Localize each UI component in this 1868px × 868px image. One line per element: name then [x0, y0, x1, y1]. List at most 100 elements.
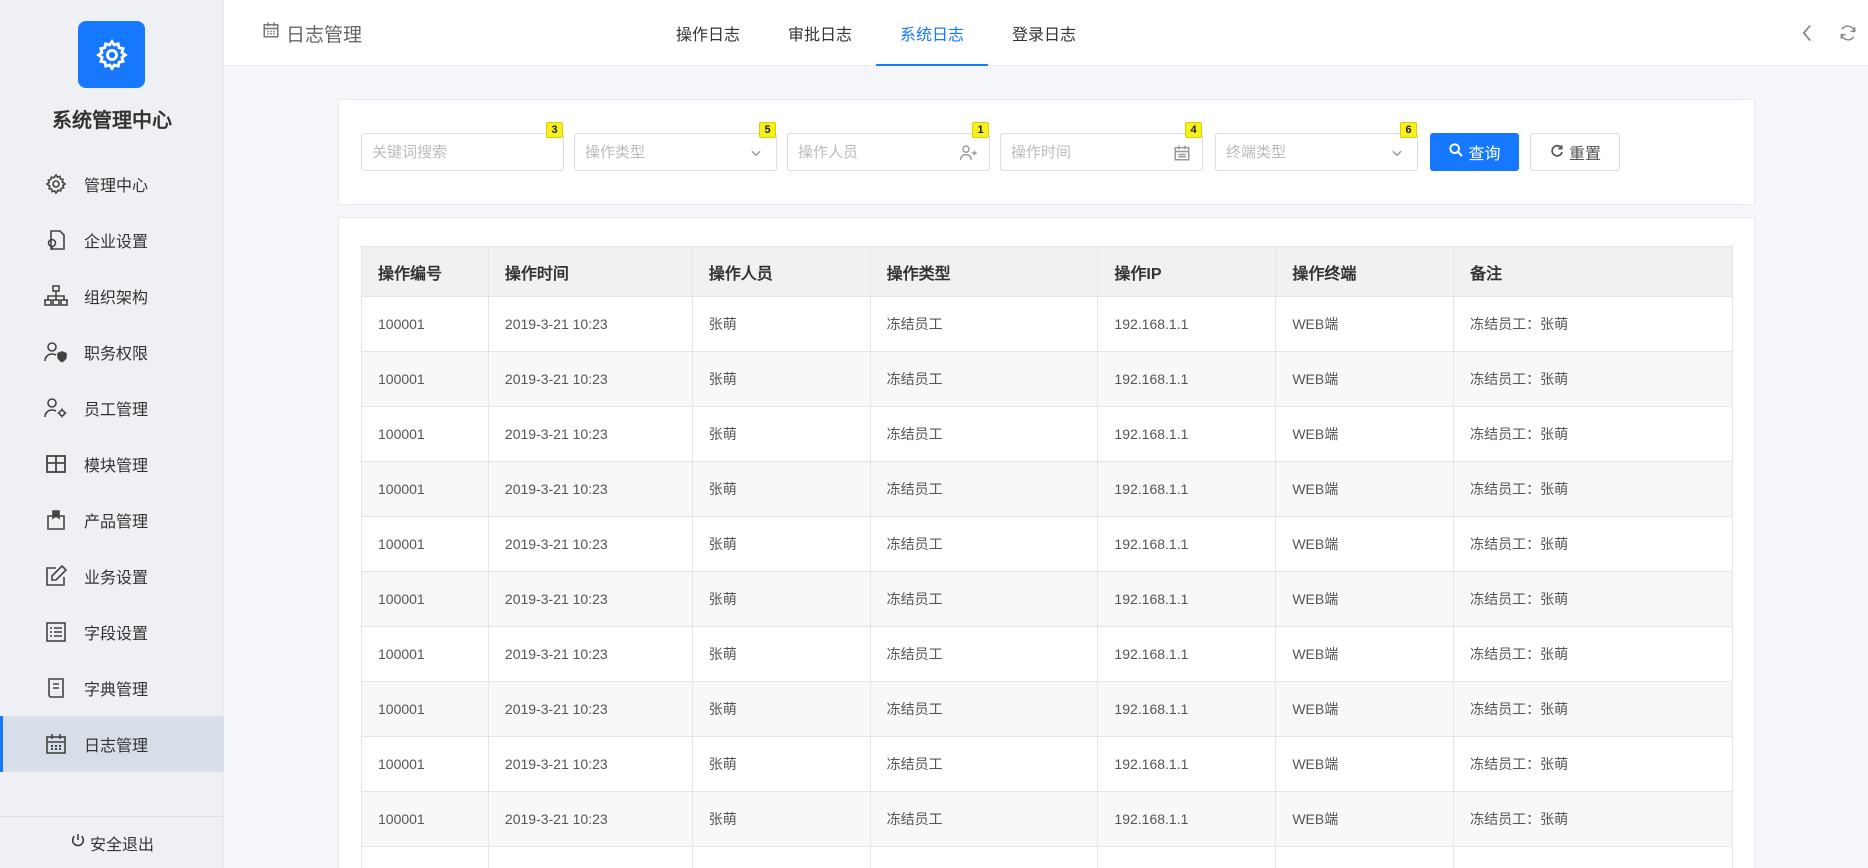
search-button[interactable]: 查询: [1430, 133, 1519, 171]
edit-icon: [42, 562, 70, 590]
reset-button-label: 重置: [1568, 146, 1601, 163]
filter-panel: 3 5 1 4 6 查询 重置: [338, 99, 1755, 205]
log-table: 操作编号 操作时间 操作人员 操作类型 操作IP 操作终端 备注 100001 2…: [361, 246, 1733, 868]
table-cell: 冻结员工: [869, 791, 1099, 847]
sidebar-item-label: 员工管理: [84, 402, 149, 419]
calendar-icon: [262, 21, 280, 45]
reset-button[interactable]: 重置: [1530, 133, 1620, 171]
sidebar-item-field-settings[interactable]: 字段设置: [0, 604, 224, 660]
table-cell: 2019-3-21 10:23: [487, 296, 693, 352]
add-user-icon[interactable]: [959, 143, 979, 163]
table-cell: 冻结员工: [869, 626, 1099, 682]
table-cell: 100001: [361, 791, 489, 847]
operation-time-input[interactable]: [1011, 143, 1192, 161]
table-row[interactable]: 100001 2019-3-21 10:23 张萌 冻结员工 192.168.1.1 WE…: [361, 296, 1733, 352]
log-tabs: 操作日志 审批日志 系统日志 登录日志: [652, 0, 1100, 66]
table-cell: 冻结员工：张萌: [1453, 406, 1733, 462]
table-header-row: 操作编号 操作时间 操作人员 操作类型 操作IP 操作终端 备注: [361, 246, 1733, 297]
table-cell: WEB端: [1275, 406, 1455, 462]
table-cell: 100001: [361, 571, 489, 627]
column-header: 备注: [1453, 246, 1733, 297]
sidebar-item-employee-management[interactable]: 员工管理: [0, 380, 224, 436]
table-cell: 192.168.1.1: [1097, 791, 1277, 847]
chevron-left-icon[interactable]: [1798, 20, 1816, 49]
sidebar-item-label: 模块管理: [84, 458, 149, 475]
gear-icon: [42, 170, 70, 198]
table-cell: WEB端: [1275, 461, 1455, 517]
table-cell: 192.168.1.1: [1097, 681, 1277, 737]
table-cell: 冻结员工：张萌: [1453, 736, 1733, 792]
table-cell: [1275, 846, 1455, 868]
column-header: 操作人员: [691, 246, 871, 297]
sidebar-item-log-management[interactable]: 日志管理: [0, 716, 224, 772]
top-bar: 日志管理 操作日志 审批日志 系统日志 登录日志: [224, 0, 1868, 66]
chevron-down-icon: [746, 143, 766, 163]
calendar-icon: [42, 730, 70, 758]
table-cell: 冻结员工: [869, 516, 1099, 572]
terminal-type-input[interactable]: [1226, 143, 1407, 161]
table-cell: 100001: [361, 626, 489, 682]
terminal-type-select[interactable]: 6: [1215, 122, 1418, 171]
sidebar-item-label: 字典管理: [84, 682, 149, 699]
sidebar-item-dictionary-management[interactable]: 字典管理: [0, 660, 224, 716]
table-cell: 冻结员工：张萌: [1453, 626, 1733, 682]
table-row[interactable]: 100001 2019-3-21 10:23 张萌 冻结员工 192.168.1.1 WE…: [361, 736, 1733, 792]
operation-type-input[interactable]: [585, 143, 766, 161]
hint-badge: 1: [972, 122, 989, 138]
table-cell: 192.168.1.1: [1097, 736, 1277, 792]
sidebar-item-label: 业务设置: [84, 570, 149, 587]
keyword-search-field: 3: [361, 122, 564, 171]
chevron-down-icon: [1387, 143, 1407, 163]
table-cell: 冻结员工：张萌: [1453, 296, 1733, 352]
app-title: 系统管理中心: [52, 110, 172, 132]
sidebar-item-business-settings[interactable]: 业务设置: [0, 548, 224, 604]
sidebar-item-org-structure[interactable]: 组织架构: [0, 268, 224, 324]
table-row[interactable]: 100001 2019-3-21 10:23 张萌 冻结员工 192.168.1.1 WE…: [361, 791, 1733, 847]
book-icon: [42, 674, 70, 702]
table-row[interactable]: 100001 2019-3-21 10:23 张萌 冻结员工 192.168.1.1 WE…: [361, 406, 1733, 462]
sidebar-item-label: 企业设置: [84, 234, 149, 251]
tab-system-log[interactable]: 系统日志: [876, 0, 989, 66]
table-row[interactable]: 100001 2019-3-21 10:23 张萌 冻结员工 192.168.1.1 WE…: [361, 571, 1733, 627]
table-cell: 100001: [361, 351, 489, 407]
refresh-icon: [1549, 142, 1565, 163]
table-cell: 张萌: [691, 351, 871, 407]
table-cell: WEB端: [1275, 516, 1455, 572]
sidebar-item-module-management[interactable]: 模块管理: [0, 436, 224, 492]
sidebar-item-management-center[interactable]: 管理中心: [0, 156, 224, 212]
hint-badge: 5: [759, 122, 776, 138]
table-row[interactable]: 100001 2019-3-21 10:23 张萌 冻结员工 192.168.1.1 WE…: [361, 681, 1733, 737]
table-row[interactable]: 100001 2019-3-21 10:23 张萌 冻结员工 192.168.1.1 WE…: [361, 351, 1733, 407]
table-cell: 192.168.1.1: [1097, 626, 1277, 682]
table-row[interactable]: [361, 846, 1733, 868]
table-cell: 100001: [361, 681, 489, 737]
table-cell: 2019-3-21 10:23: [487, 406, 693, 462]
sidebar-item-enterprise-settings[interactable]: 企业设置: [0, 212, 224, 268]
table-cell: 192.168.1.1: [1097, 296, 1277, 352]
table-row[interactable]: 100001 2019-3-21 10:23 张萌 冻结员工 192.168.1.1 WE…: [361, 516, 1733, 572]
tab-login-log[interactable]: 登录日志: [988, 0, 1100, 66]
logout-button[interactable]: 安全退出: [0, 816, 224, 868]
table-cell: 冻结员工：张萌: [1453, 791, 1733, 847]
table-cell: WEB端: [1275, 681, 1455, 737]
table-cell: [487, 846, 693, 868]
tab-operation-log[interactable]: 操作日志: [652, 0, 764, 66]
log-table-panel: 操作编号 操作时间 操作人员 操作类型 操作IP 操作终端 备注 100001 2…: [338, 217, 1755, 868]
column-header: 操作编号: [361, 246, 489, 297]
refresh-icon[interactable]: [1838, 23, 1858, 46]
operation-type-select[interactable]: 5: [574, 122, 777, 171]
sidebar-item-product-management[interactable]: 产品管理: [0, 492, 224, 548]
operation-time-field[interactable]: 4: [1000, 122, 1203, 171]
sidebar-item-position-permission[interactable]: 职务权限: [0, 324, 224, 380]
table-row[interactable]: 100001 2019-3-21 10:23 张萌 冻结员工 192.168.1.1 WE…: [361, 626, 1733, 682]
tab-approval-log[interactable]: 审批日志: [764, 0, 876, 66]
operator-input[interactable]: [798, 143, 979, 161]
keyword-search-input[interactable]: [372, 143, 553, 161]
table-cell: 张萌: [691, 516, 871, 572]
org-chart-icon: [42, 282, 70, 310]
table-cell: 张萌: [691, 791, 871, 847]
table-row[interactable]: 100001 2019-3-21 10:23 张萌 冻结员工 192.168.1.1 WE…: [361, 461, 1733, 517]
table-cell: 192.168.1.1: [1097, 516, 1277, 572]
table-cell: 192.168.1.1: [1097, 571, 1277, 627]
search-button-label: 查询: [1468, 146, 1501, 163]
